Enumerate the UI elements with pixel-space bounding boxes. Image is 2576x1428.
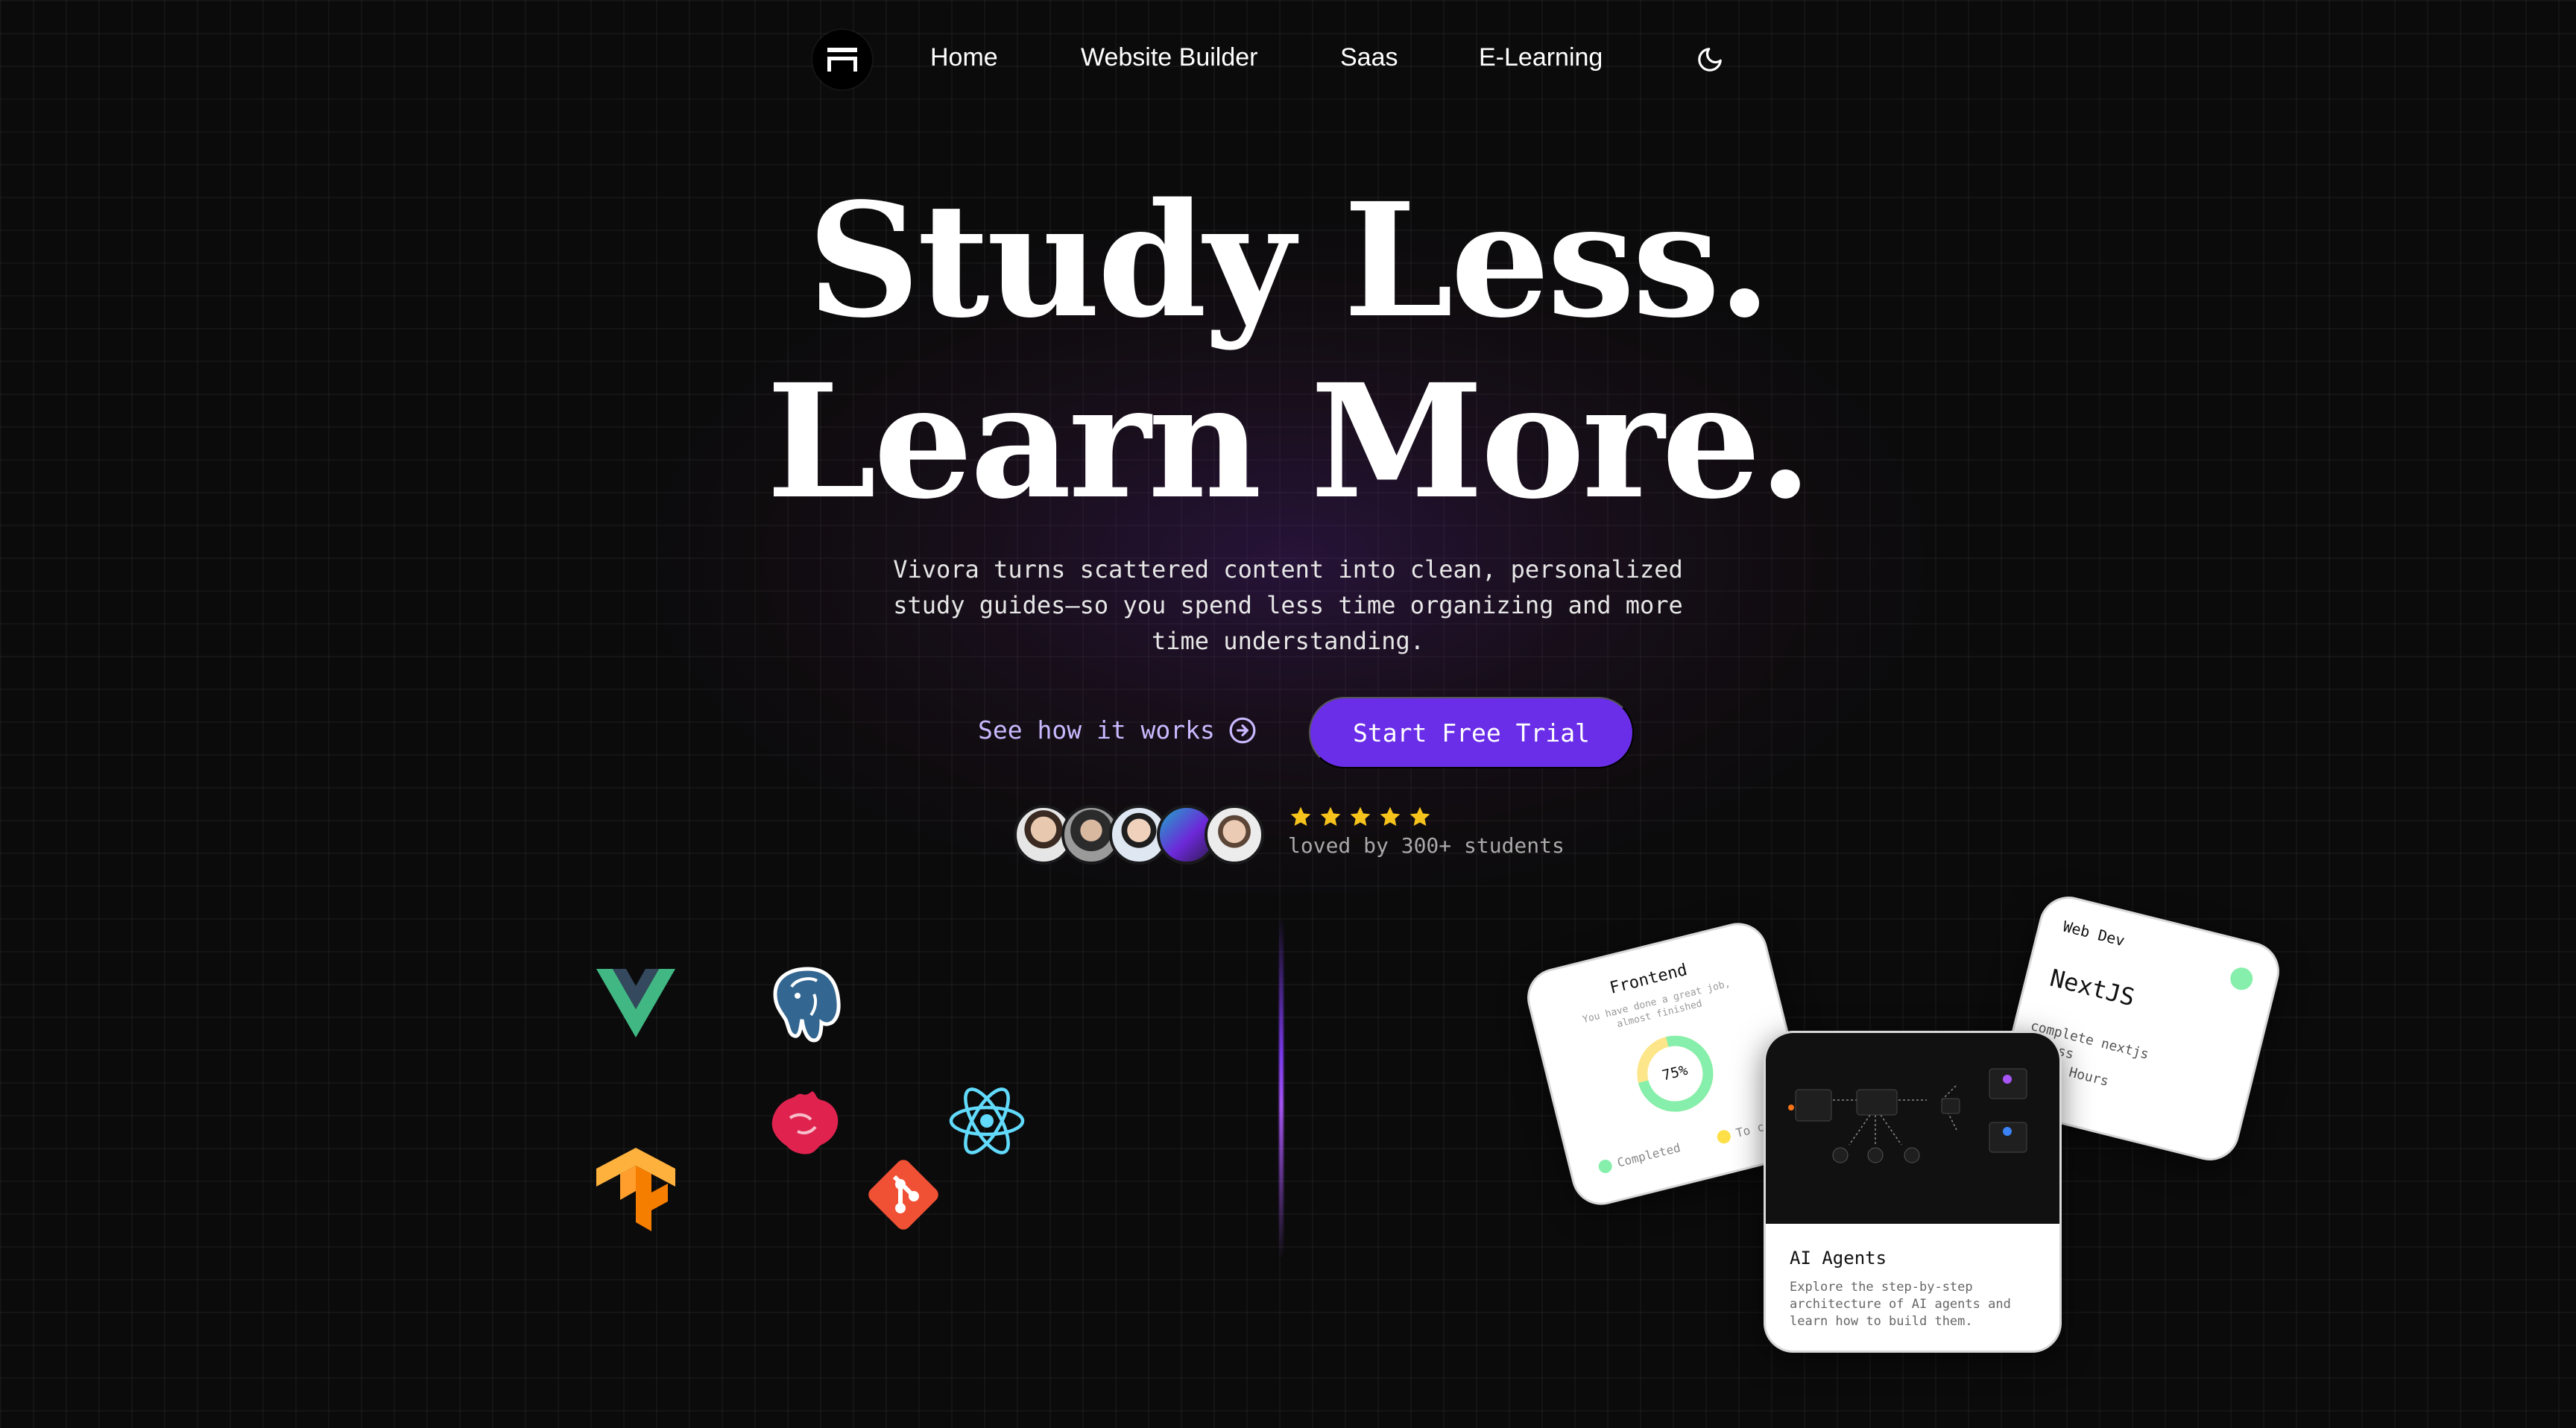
nav-link-e-learning[interactable]: E-Learning bbox=[1479, 43, 1603, 72]
nestjs-icon bbox=[771, 1091, 839, 1154]
nav-link-saas[interactable]: Saas bbox=[1340, 43, 1398, 72]
headline-line-2: Learn More. bbox=[766, 350, 1813, 534]
nav-link-home[interactable]: Home bbox=[930, 43, 998, 72]
see-how-label: See how it works bbox=[978, 715, 1215, 745]
legend-completed: Completed bbox=[1597, 1140, 1682, 1175]
rating-stars bbox=[1288, 805, 1433, 829]
avatar bbox=[1205, 805, 1264, 865]
ai-workflow-diagram bbox=[1766, 1033, 2059, 1224]
react-icon bbox=[949, 1087, 1025, 1154]
nav-link-website-builder[interactable]: Website Builder bbox=[1081, 43, 1258, 72]
social-proof-text: loved by 300+ students bbox=[1288, 833, 1565, 858]
postgresql-icon bbox=[773, 967, 841, 1043]
headline-line-1: Study Less. bbox=[806, 168, 1772, 353]
star-icon bbox=[1290, 806, 1311, 827]
status-dot bbox=[2228, 965, 2255, 993]
ai-agents-card-description: Explore the step-by-step architecture of… bbox=[1790, 1280, 2011, 1329]
star-icon bbox=[1350, 806, 1371, 827]
start-free-trial-button[interactable]: Start Free Trial bbox=[1309, 697, 1634, 768]
vertical-glow-line bbox=[1279, 917, 1284, 1260]
webdev-card-tag: Web Dev bbox=[2061, 917, 2127, 950]
arrow-circle-right-icon bbox=[1229, 717, 1256, 743]
hero-subtitle: Vivora turns scattered content into clea… bbox=[893, 555, 1683, 655]
star-icon bbox=[1320, 806, 1341, 827]
ai-agents-card-title: AI Agents bbox=[1790, 1248, 1887, 1269]
tensorflow-icon bbox=[596, 1148, 675, 1231]
git-icon bbox=[868, 1160, 938, 1230]
webdev-card-title: NextJS bbox=[2047, 963, 2138, 1012]
ai-agents-card[interactable]: AI Agents Explore the step-by-step archi… bbox=[1764, 1031, 2062, 1353]
legend-completed-label: Completed bbox=[1615, 1140, 1682, 1170]
see-how-it-works-link[interactable]: See how it works bbox=[978, 715, 1257, 745]
theme-toggle-button[interactable] bbox=[1692, 42, 1728, 78]
logo-icon[interactable] bbox=[812, 30, 872, 89]
vue-icon bbox=[596, 969, 675, 1037]
student-avatars bbox=[1014, 805, 1264, 865]
moon-icon bbox=[1698, 48, 1722, 72]
star-icon bbox=[1409, 806, 1430, 827]
top-navbar: Home Website Builder Saas E-Learning bbox=[812, 27, 1774, 92]
star-icon bbox=[1380, 806, 1401, 827]
